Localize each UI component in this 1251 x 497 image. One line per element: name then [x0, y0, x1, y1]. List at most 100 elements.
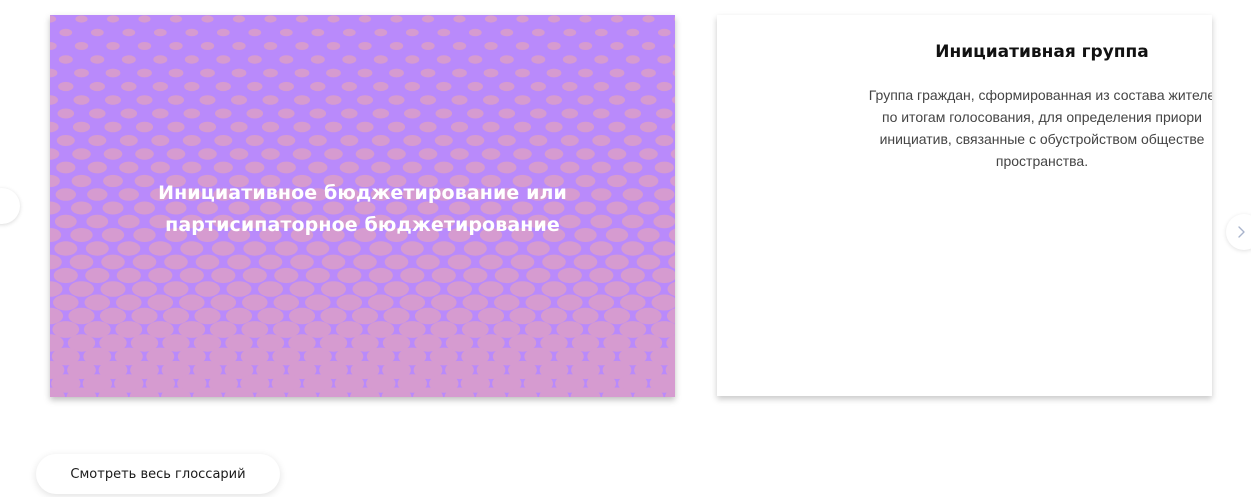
pattern-dot [626, 28, 640, 37]
pattern-dot [227, 254, 251, 270]
pattern-dot [69, 254, 94, 270]
pattern-dot [399, 294, 426, 311]
pattern-dot [320, 307, 347, 325]
glossary-card-image[interactable]: Инициативное бюджетирование или партисип… [50, 15, 675, 397]
pattern-dot [73, 95, 90, 105]
pattern-dot [180, 241, 204, 256]
pattern-dot [415, 281, 441, 297]
pattern-dot [591, 161, 611, 174]
pattern-dot [384, 254, 409, 270]
pattern-dot [513, 121, 532, 133]
pattern-dot [263, 68, 278, 78]
pattern-dot [50, 15, 57, 23]
pattern-dot [400, 241, 424, 256]
pattern-dot [540, 307, 568, 325]
pattern-dot [242, 294, 268, 311]
pattern-dot [258, 281, 283, 297]
pattern-dot [495, 241, 519, 256]
slider-next-button[interactable] [1226, 214, 1251, 250]
pattern-dot [405, 55, 420, 64]
pattern-dot [579, 15, 592, 23]
pattern-dot [229, 148, 249, 160]
pattern-dot [341, 81, 357, 92]
pattern-dot [593, 81, 609, 92]
pattern-dot [288, 307, 316, 325]
pattern-dot [547, 15, 561, 23]
pattern-dot [641, 68, 656, 78]
pattern-dot [163, 281, 189, 297]
pattern-dot [326, 68, 341, 78]
slider-prev-button[interactable] [0, 188, 20, 224]
pattern-dot [509, 307, 536, 325]
pattern-dot [342, 55, 357, 64]
pattern-dot [435, 108, 453, 119]
pattern-dot [437, 28, 451, 37]
pattern-dot [463, 267, 488, 284]
pattern-dot [295, 15, 309, 23]
chevron-right-icon [1238, 226, 1245, 238]
pattern-dot [72, 121, 91, 133]
pattern-dot [262, 95, 279, 105]
pattern-dot [289, 281, 315, 297]
description-line-2: по итогам голосования, для определения п… [881, 109, 1203, 125]
glossary-card-text[interactable]: Инициативная группа Группа граждан, сфор… [717, 15, 1212, 396]
pattern-dot [542, 254, 566, 270]
pattern-dot [137, 42, 152, 50]
pattern-dot [497, 135, 516, 146]
pattern-dot [384, 281, 409, 297]
pattern-dot [390, 15, 403, 23]
pattern-dot [526, 267, 551, 284]
pattern-dot [201, 15, 214, 23]
pattern-dot [230, 121, 248, 133]
pattern-dot [321, 281, 346, 297]
pattern-dot [167, 121, 185, 133]
pattern-dot [494, 267, 519, 284]
pattern-dot [605, 254, 629, 270]
pattern-dot [418, 148, 438, 160]
pattern-dot [310, 55, 325, 64]
pattern-dot [578, 42, 593, 50]
pattern-dot [357, 95, 373, 105]
pattern-dot [514, 95, 531, 105]
pattern-dot [541, 281, 567, 297]
pattern-dot [624, 108, 642, 119]
pattern-dot [604, 281, 630, 297]
pattern-dot [74, 42, 89, 50]
pattern-dot [53, 294, 79, 311]
pattern-dot [467, 81, 483, 92]
pattern-dot [305, 267, 330, 284]
pattern-dot [274, 241, 298, 256]
pattern-dot [341, 108, 358, 119]
pattern-dot [242, 267, 267, 284]
pattern-dot [620, 267, 645, 284]
pattern-dot [516, 15, 529, 23]
pattern-dot [50, 254, 62, 270]
pattern-dot [357, 68, 373, 78]
pattern-dot [74, 68, 89, 78]
pattern-dot [432, 241, 456, 256]
pattern-dot [277, 135, 296, 146]
pattern-dot [639, 121, 658, 133]
pattern-dot [85, 241, 109, 256]
pattern-dot [468, 28, 482, 37]
pattern-dot [339, 161, 359, 174]
pattern-dot [152, 81, 168, 92]
pattern-dot [182, 161, 202, 174]
pattern-dot [451, 95, 468, 105]
pattern-dot [657, 28, 671, 37]
pattern-dot [655, 135, 674, 146]
view-full-glossary-button[interactable]: Смотреть весь глоссарий [36, 454, 280, 494]
pattern-dot [621, 241, 645, 256]
pattern-dot [388, 95, 405, 105]
pattern-dot [510, 254, 535, 270]
pattern-dot [87, 161, 107, 174]
pattern-dot [560, 161, 580, 174]
pattern-dot [530, 108, 547, 119]
pattern-dot [200, 68, 215, 78]
pattern-dot [358, 15, 372, 23]
pattern-dot [278, 81, 294, 92]
pattern-dot [310, 81, 326, 92]
pattern-dot [373, 55, 388, 64]
pattern-dot [50, 121, 59, 133]
pattern-dot [546, 68, 562, 78]
